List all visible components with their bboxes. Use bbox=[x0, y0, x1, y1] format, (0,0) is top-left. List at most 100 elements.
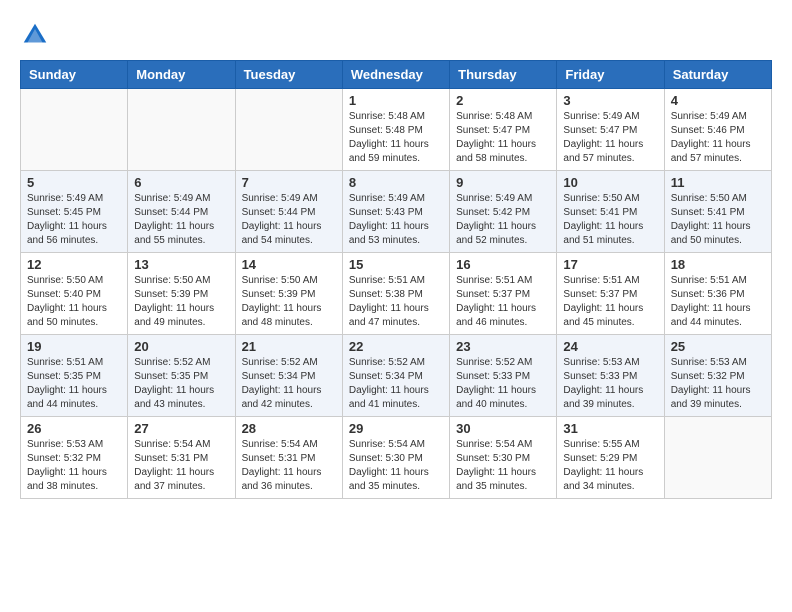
day-info: Sunrise: 5:51 AMSunset: 5:35 PMDaylight:… bbox=[27, 356, 121, 412]
calendar-day bbox=[235, 89, 342, 171]
day-number: 31 bbox=[563, 421, 657, 436]
calendar-day: 16 Sunrise: 5:51 AMSunset: 5:37 PMDaylig… bbox=[450, 253, 557, 335]
day-number: 11 bbox=[671, 175, 765, 190]
day-header-tuesday: Tuesday bbox=[235, 61, 342, 89]
calendar-day: 27 Sunrise: 5:54 AMSunset: 5:31 PMDaylig… bbox=[128, 417, 235, 499]
day-number: 18 bbox=[671, 257, 765, 272]
day-header-wednesday: Wednesday bbox=[342, 61, 449, 89]
day-info: Sunrise: 5:52 AMSunset: 5:33 PMDaylight:… bbox=[456, 356, 550, 412]
day-info: Sunrise: 5:49 AMSunset: 5:43 PMDaylight:… bbox=[349, 192, 443, 248]
calendar-week-row: 19 Sunrise: 5:51 AMSunset: 5:35 PMDaylig… bbox=[21, 335, 772, 417]
day-info: Sunrise: 5:48 AMSunset: 5:48 PMDaylight:… bbox=[349, 110, 443, 166]
day-info: Sunrise: 5:54 AMSunset: 5:31 PMDaylight:… bbox=[134, 438, 228, 494]
calendar-day: 24 Sunrise: 5:53 AMSunset: 5:33 PMDaylig… bbox=[557, 335, 664, 417]
day-number: 20 bbox=[134, 339, 228, 354]
calendar-day: 17 Sunrise: 5:51 AMSunset: 5:37 PMDaylig… bbox=[557, 253, 664, 335]
day-info: Sunrise: 5:50 AMSunset: 5:39 PMDaylight:… bbox=[134, 274, 228, 330]
day-number: 8 bbox=[349, 175, 443, 190]
day-info: Sunrise: 5:53 AMSunset: 5:32 PMDaylight:… bbox=[27, 438, 121, 494]
day-number: 1 bbox=[349, 93, 443, 108]
day-info: Sunrise: 5:49 AMSunset: 5:47 PMDaylight:… bbox=[563, 110, 657, 166]
day-info: Sunrise: 5:51 AMSunset: 5:36 PMDaylight:… bbox=[671, 274, 765, 330]
day-number: 17 bbox=[563, 257, 657, 272]
day-info: Sunrise: 5:49 AMSunset: 5:42 PMDaylight:… bbox=[456, 192, 550, 248]
day-number: 30 bbox=[456, 421, 550, 436]
calendar-day: 31 Sunrise: 5:55 AMSunset: 5:29 PMDaylig… bbox=[557, 417, 664, 499]
day-number: 19 bbox=[27, 339, 121, 354]
day-info: Sunrise: 5:49 AMSunset: 5:44 PMDaylight:… bbox=[134, 192, 228, 248]
logo-icon bbox=[20, 20, 50, 50]
calendar-day: 4 Sunrise: 5:49 AMSunset: 5:46 PMDayligh… bbox=[664, 89, 771, 171]
calendar-day: 5 Sunrise: 5:49 AMSunset: 5:45 PMDayligh… bbox=[21, 171, 128, 253]
day-header-sunday: Sunday bbox=[21, 61, 128, 89]
calendar-day: 25 Sunrise: 5:53 AMSunset: 5:32 PMDaylig… bbox=[664, 335, 771, 417]
calendar-day: 18 Sunrise: 5:51 AMSunset: 5:36 PMDaylig… bbox=[664, 253, 771, 335]
day-info: Sunrise: 5:52 AMSunset: 5:34 PMDaylight:… bbox=[242, 356, 336, 412]
calendar-day: 7 Sunrise: 5:49 AMSunset: 5:44 PMDayligh… bbox=[235, 171, 342, 253]
calendar-day bbox=[21, 89, 128, 171]
day-info: Sunrise: 5:49 AMSunset: 5:46 PMDaylight:… bbox=[671, 110, 765, 166]
calendar-table: SundayMondayTuesdayWednesdayThursdayFrid… bbox=[20, 60, 772, 499]
day-info: Sunrise: 5:49 AMSunset: 5:44 PMDaylight:… bbox=[242, 192, 336, 248]
calendar-day bbox=[664, 417, 771, 499]
calendar-day: 22 Sunrise: 5:52 AMSunset: 5:34 PMDaylig… bbox=[342, 335, 449, 417]
calendar-day: 30 Sunrise: 5:54 AMSunset: 5:30 PMDaylig… bbox=[450, 417, 557, 499]
day-info: Sunrise: 5:53 AMSunset: 5:33 PMDaylight:… bbox=[563, 356, 657, 412]
calendar-day: 1 Sunrise: 5:48 AMSunset: 5:48 PMDayligh… bbox=[342, 89, 449, 171]
calendar-day: 13 Sunrise: 5:50 AMSunset: 5:39 PMDaylig… bbox=[128, 253, 235, 335]
day-number: 7 bbox=[242, 175, 336, 190]
day-header-monday: Monday bbox=[128, 61, 235, 89]
day-number: 5 bbox=[27, 175, 121, 190]
day-header-saturday: Saturday bbox=[664, 61, 771, 89]
day-number: 24 bbox=[563, 339, 657, 354]
day-info: Sunrise: 5:51 AMSunset: 5:37 PMDaylight:… bbox=[563, 274, 657, 330]
day-info: Sunrise: 5:54 AMSunset: 5:31 PMDaylight:… bbox=[242, 438, 336, 494]
day-number: 10 bbox=[563, 175, 657, 190]
calendar-day: 11 Sunrise: 5:50 AMSunset: 5:41 PMDaylig… bbox=[664, 171, 771, 253]
day-number: 6 bbox=[134, 175, 228, 190]
calendar-day: 21 Sunrise: 5:52 AMSunset: 5:34 PMDaylig… bbox=[235, 335, 342, 417]
calendar-day: 12 Sunrise: 5:50 AMSunset: 5:40 PMDaylig… bbox=[21, 253, 128, 335]
calendar-day: 15 Sunrise: 5:51 AMSunset: 5:38 PMDaylig… bbox=[342, 253, 449, 335]
day-info: Sunrise: 5:54 AMSunset: 5:30 PMDaylight:… bbox=[349, 438, 443, 494]
day-number: 13 bbox=[134, 257, 228, 272]
calendar-day: 20 Sunrise: 5:52 AMSunset: 5:35 PMDaylig… bbox=[128, 335, 235, 417]
day-info: Sunrise: 5:50 AMSunset: 5:41 PMDaylight:… bbox=[671, 192, 765, 248]
calendar-day: 8 Sunrise: 5:49 AMSunset: 5:43 PMDayligh… bbox=[342, 171, 449, 253]
day-number: 22 bbox=[349, 339, 443, 354]
day-number: 28 bbox=[242, 421, 336, 436]
day-number: 3 bbox=[563, 93, 657, 108]
day-info: Sunrise: 5:51 AMSunset: 5:38 PMDaylight:… bbox=[349, 274, 443, 330]
day-number: 21 bbox=[242, 339, 336, 354]
calendar-week-row: 12 Sunrise: 5:50 AMSunset: 5:40 PMDaylig… bbox=[21, 253, 772, 335]
calendar-day: 26 Sunrise: 5:53 AMSunset: 5:32 PMDaylig… bbox=[21, 417, 128, 499]
calendar-day bbox=[128, 89, 235, 171]
calendar-week-row: 1 Sunrise: 5:48 AMSunset: 5:48 PMDayligh… bbox=[21, 89, 772, 171]
calendar-day: 14 Sunrise: 5:50 AMSunset: 5:39 PMDaylig… bbox=[235, 253, 342, 335]
day-number: 27 bbox=[134, 421, 228, 436]
day-header-friday: Friday bbox=[557, 61, 664, 89]
day-number: 4 bbox=[671, 93, 765, 108]
page-header bbox=[20, 20, 772, 50]
day-info: Sunrise: 5:50 AMSunset: 5:41 PMDaylight:… bbox=[563, 192, 657, 248]
calendar-header-row: SundayMondayTuesdayWednesdayThursdayFrid… bbox=[21, 61, 772, 89]
day-info: Sunrise: 5:53 AMSunset: 5:32 PMDaylight:… bbox=[671, 356, 765, 412]
day-info: Sunrise: 5:50 AMSunset: 5:39 PMDaylight:… bbox=[242, 274, 336, 330]
day-number: 25 bbox=[671, 339, 765, 354]
day-info: Sunrise: 5:54 AMSunset: 5:30 PMDaylight:… bbox=[456, 438, 550, 494]
day-info: Sunrise: 5:52 AMSunset: 5:34 PMDaylight:… bbox=[349, 356, 443, 412]
day-number: 16 bbox=[456, 257, 550, 272]
day-info: Sunrise: 5:50 AMSunset: 5:40 PMDaylight:… bbox=[27, 274, 121, 330]
day-number: 23 bbox=[456, 339, 550, 354]
logo bbox=[20, 20, 54, 50]
calendar-day: 19 Sunrise: 5:51 AMSunset: 5:35 PMDaylig… bbox=[21, 335, 128, 417]
day-info: Sunrise: 5:48 AMSunset: 5:47 PMDaylight:… bbox=[456, 110, 550, 166]
calendar-day: 10 Sunrise: 5:50 AMSunset: 5:41 PMDaylig… bbox=[557, 171, 664, 253]
calendar-day: 2 Sunrise: 5:48 AMSunset: 5:47 PMDayligh… bbox=[450, 89, 557, 171]
day-info: Sunrise: 5:51 AMSunset: 5:37 PMDaylight:… bbox=[456, 274, 550, 330]
day-header-thursday: Thursday bbox=[450, 61, 557, 89]
calendar-day: 23 Sunrise: 5:52 AMSunset: 5:33 PMDaylig… bbox=[450, 335, 557, 417]
day-number: 14 bbox=[242, 257, 336, 272]
day-number: 29 bbox=[349, 421, 443, 436]
day-number: 2 bbox=[456, 93, 550, 108]
